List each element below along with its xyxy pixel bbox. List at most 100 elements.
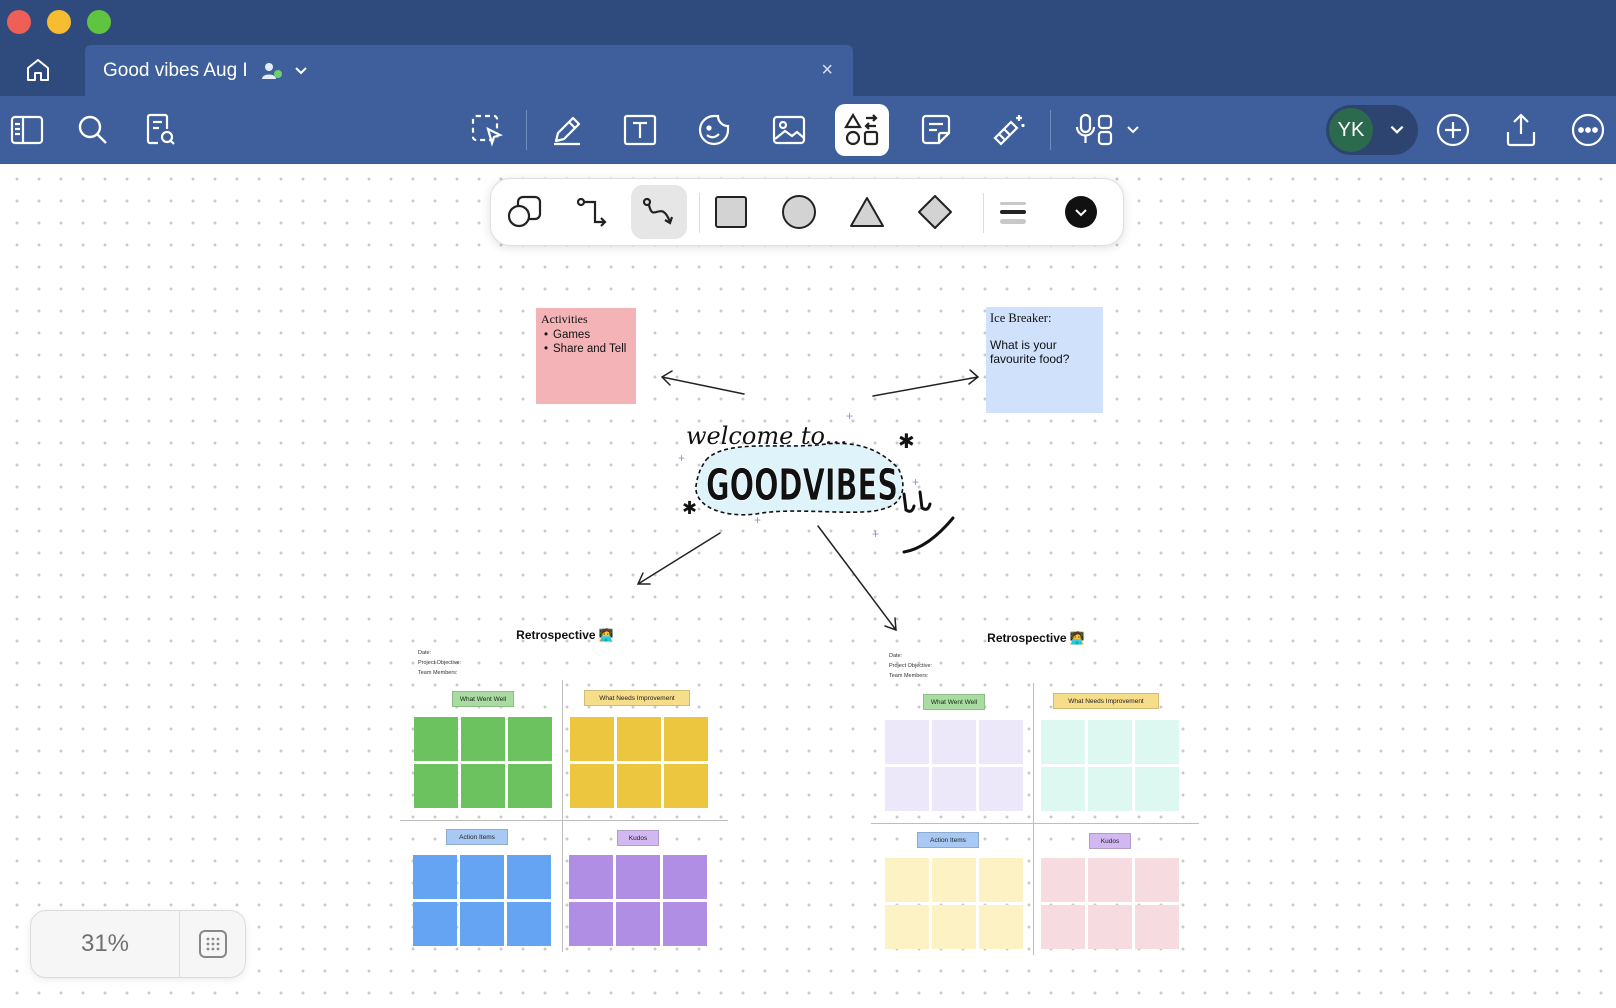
- sticky-note[interactable]: [663, 855, 707, 899]
- sticky-note[interactable]: [885, 720, 929, 764]
- lasso-select-tool[interactable]: [460, 104, 514, 156]
- sticker-tool[interactable]: [687, 104, 741, 156]
- home-button[interactable]: [18, 52, 58, 88]
- find-in-document-button[interactable]: [134, 104, 188, 156]
- sticky-note[interactable]: [414, 764, 458, 808]
- sticky-note-tool[interactable]: [909, 104, 963, 156]
- board-canvas[interactable]: [0, 164, 1616, 1008]
- sticky-note[interactable]: [932, 767, 976, 811]
- toggle-sidebar-button[interactable]: [0, 104, 54, 156]
- sticky-note[interactable]: [885, 767, 929, 811]
- sticky-note[interactable]: [460, 902, 504, 946]
- sticky-note[interactable]: [617, 717, 661, 761]
- svg-text:+: +: [678, 451, 685, 465]
- sticky-note[interactable]: [664, 764, 708, 808]
- sticky-grid: [413, 855, 551, 946]
- avatar[interactable]: YK: [1329, 108, 1373, 152]
- canvas-grid-button[interactable]: [180, 911, 246, 977]
- sticky-note[interactable]: [413, 902, 457, 946]
- line-weight-button[interactable]: [985, 185, 1041, 239]
- quadrant-label[interactable]: Kudos: [1089, 833, 1131, 849]
- quadrant-label[interactable]: Action Items: [446, 829, 508, 845]
- sticky-note[interactable]: [461, 717, 505, 761]
- more-button[interactable]: [1561, 104, 1615, 156]
- sticky-note[interactable]: [932, 905, 976, 949]
- triangle-shape-button[interactable]: [839, 185, 895, 239]
- sticky-note[interactable]: [413, 855, 457, 899]
- sticky-note[interactable]: [508, 764, 552, 808]
- magic-tool[interactable]: [982, 104, 1036, 156]
- circle-shape-button[interactable]: [771, 185, 827, 239]
- sticky-note[interactable]: [460, 855, 504, 899]
- sticky-note[interactable]: [507, 902, 551, 946]
- collaborators-menu[interactable]: YK: [1326, 105, 1418, 155]
- shapes-tool[interactable]: [835, 104, 889, 156]
- icebreaker-sticky-note[interactable]: Ice Breaker: What is your favourite food…: [986, 307, 1103, 413]
- zoom-level-button[interactable]: 31%: [31, 911, 179, 977]
- sticky-note[interactable]: [569, 855, 613, 899]
- elbow-connector-button[interactable]: [565, 185, 621, 239]
- chevron-down-icon[interactable]: [293, 63, 309, 79]
- sticky-note[interactable]: [508, 717, 552, 761]
- welcome-sticker[interactable]: welcome to... GOODVIBES ✱ ✱ + + + + +: [676, 410, 976, 570]
- quadrant-label[interactable]: What Went Well: [452, 691, 514, 707]
- tab-close-button[interactable]: ×: [821, 59, 833, 82]
- quadrant-label[interactable]: Kudos: [617, 830, 659, 846]
- sticky-note[interactable]: [664, 717, 708, 761]
- sticky-note[interactable]: [617, 764, 661, 808]
- sticky-note[interactable]: [507, 855, 551, 899]
- window-maximize-button[interactable]: [87, 10, 111, 34]
- sticky-note[interactable]: [1041, 858, 1085, 902]
- add-button[interactable]: [1426, 104, 1480, 156]
- window-minimize-button[interactable]: [47, 10, 71, 34]
- retrospective-board[interactable]: Retrospective 🧑‍💻 Date: Project Objectiv…: [400, 628, 730, 958]
- sticky-note[interactable]: [979, 767, 1023, 811]
- quadrant-label[interactable]: What Went Well: [923, 694, 985, 710]
- sticky-note[interactable]: [979, 720, 1023, 764]
- sticky-note[interactable]: [1135, 858, 1179, 902]
- sticky-note[interactable]: [1088, 767, 1132, 811]
- sticky-note[interactable]: [1088, 720, 1132, 764]
- retrospective-board[interactable]: Retrospective 🧑‍💻 Date: Project Objectiv…: [871, 631, 1201, 961]
- sticky-note[interactable]: [885, 905, 929, 949]
- sticky-note[interactable]: [1041, 767, 1085, 811]
- curved-connector-button[interactable]: [631, 185, 687, 239]
- sticky-note[interactable]: [616, 902, 660, 946]
- sticky-note[interactable]: [885, 858, 929, 902]
- sticky-note[interactable]: [663, 902, 707, 946]
- sticky-note[interactable]: [1088, 905, 1132, 949]
- image-tool[interactable]: [762, 104, 816, 156]
- sticky-note[interactable]: [616, 855, 660, 899]
- document-tab[interactable]: Good vibes Aug I ×: [85, 45, 853, 97]
- sticky-note[interactable]: [979, 905, 1023, 949]
- sticky-note[interactable]: [932, 858, 976, 902]
- quadrant-label[interactable]: What Needs Improvement: [1053, 693, 1159, 709]
- sticky-note[interactable]: [414, 717, 458, 761]
- window-close-button[interactable]: [7, 10, 31, 34]
- sticky-note[interactable]: [1135, 905, 1179, 949]
- search-button[interactable]: [66, 104, 120, 156]
- shape-recognition-button[interactable]: [497, 185, 553, 239]
- sticky-note[interactable]: [1088, 858, 1132, 902]
- audio-record-button[interactable]: [1068, 104, 1148, 156]
- sticky-note[interactable]: [461, 764, 505, 808]
- sticky-note[interactable]: [1135, 720, 1179, 764]
- pen-tool[interactable]: [540, 104, 594, 156]
- square-shape-button[interactable]: [703, 185, 759, 239]
- sticky-note[interactable]: [570, 717, 614, 761]
- sticky-note[interactable]: [1135, 767, 1179, 811]
- quadrant-label[interactable]: What Needs Improvement: [584, 690, 690, 706]
- diamond-shape-button[interactable]: [907, 185, 963, 239]
- sticky-note[interactable]: [979, 858, 1023, 902]
- sticky-note[interactable]: [1041, 720, 1085, 764]
- sticky-note[interactable]: [570, 764, 614, 808]
- shared-people-icon: [262, 63, 282, 79]
- sticky-note[interactable]: [569, 902, 613, 946]
- color-picker-button[interactable]: [1053, 185, 1109, 239]
- quadrant-label[interactable]: Action Items: [917, 832, 979, 848]
- sticky-note[interactable]: [1041, 905, 1085, 949]
- text-box-tool[interactable]: [613, 104, 667, 156]
- activities-sticky-note[interactable]: Activities Games Share and Tell: [536, 308, 636, 404]
- share-button[interactable]: [1494, 104, 1548, 156]
- sticky-note[interactable]: [932, 720, 976, 764]
